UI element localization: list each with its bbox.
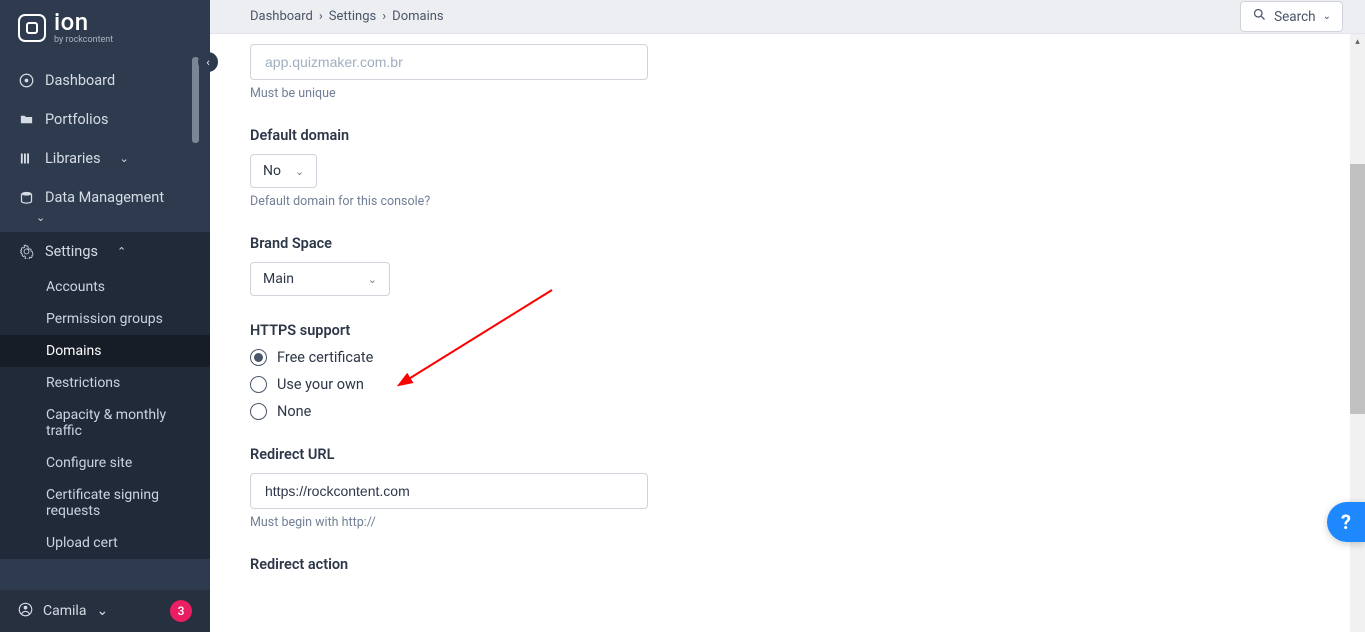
sidebar-item-label: Settings xyxy=(45,243,98,260)
radio-label: Use your own xyxy=(277,376,364,393)
redirect-action-label: Redirect action xyxy=(250,556,1325,573)
library-icon xyxy=(18,151,34,166)
sidebar-sub-configure-site[interactable]: Configure site xyxy=(0,447,210,479)
brand-space-select[interactable]: Main ⌄ xyxy=(250,262,390,296)
chevron-up-icon: ⌃ xyxy=(117,245,126,258)
https-option-none[interactable]: None xyxy=(250,403,1325,420)
breadcrumb-domains[interactable]: Domains xyxy=(392,9,443,24)
default-domain-select[interactable]: No ⌄ xyxy=(250,154,317,188)
sidebar-item-libraries[interactable]: Libraries ⌄ xyxy=(0,139,210,178)
domain-name-field-group: Must be unique xyxy=(250,44,1325,101)
settings-submenu: Accounts Permission groups Domains Restr… xyxy=(0,271,210,559)
brand-byline: by rockcontent xyxy=(54,36,113,45)
gear-icon xyxy=(18,244,34,259)
scroll-up-icon[interactable]: ▴ xyxy=(1350,34,1365,50)
chevron-right-icon: › xyxy=(382,9,386,24)
chevron-down-icon: ⌄ xyxy=(120,152,129,165)
scrollbar-thumb[interactable] xyxy=(1350,164,1365,414)
sidebar-sub-accounts[interactable]: Accounts xyxy=(0,271,210,303)
redirect-url-field-group: Redirect URL Must begin with http:// xyxy=(250,446,1325,530)
search-button[interactable]: Search ⌄ xyxy=(1240,1,1343,32)
breadcrumb-dashboard[interactable]: Dashboard xyxy=(250,9,313,24)
brand-space-label: Brand Space xyxy=(250,235,1325,252)
brand-name: ion xyxy=(54,10,113,34)
sidebar-scrollbar-thumb[interactable] xyxy=(192,57,199,143)
domain-input[interactable] xyxy=(250,44,648,80)
search-label: Search xyxy=(1274,9,1315,25)
chevron-down-icon: ⌄ xyxy=(0,211,210,232)
radio-icon xyxy=(250,376,267,393)
radio-label: None xyxy=(277,403,311,420)
user-icon xyxy=(18,602,33,621)
sidebar-sub-upload-cert[interactable]: Upload cert xyxy=(0,527,210,559)
radio-label: Free certificate xyxy=(277,349,373,366)
breadcrumb-settings[interactable]: Settings xyxy=(329,9,376,24)
chevron-down-icon: ⌄ xyxy=(1323,11,1331,22)
sidebar-item-label: Dashboard xyxy=(45,72,115,89)
sidebar-item-label: Libraries xyxy=(45,150,101,167)
https-option-own[interactable]: Use your own xyxy=(250,376,1325,393)
help-button[interactable]: ? xyxy=(1327,502,1365,542)
sidebar-sub-capacity[interactable]: Capacity & monthly traffic xyxy=(0,399,210,447)
breadcrumb: Dashboard › Settings › Domains xyxy=(250,9,444,24)
sidebar: ion by rockcontent Dashboard Portfolios … xyxy=(0,0,210,632)
search-icon xyxy=(1252,7,1267,26)
https-option-free[interactable]: Free certificate xyxy=(250,349,1325,366)
sidebar-footer: Camila ⌄ 3 xyxy=(0,590,210,632)
help-icon: ? xyxy=(1341,510,1351,534)
default-domain-field-group: Default domain No ⌄ Default domain for t… xyxy=(250,127,1325,209)
main-area: Dashboard › Settings › Domains Search ⌄ … xyxy=(210,0,1365,632)
sidebar-sub-restrictions[interactable]: Restrictions xyxy=(0,367,210,399)
https-support-field-group: HTTPS support Free certificate Use your … xyxy=(250,322,1325,420)
sidebar-item-settings[interactable]: Settings ⌃ xyxy=(0,232,210,271)
select-value: No xyxy=(263,163,281,179)
brand-logo: ion by rockcontent xyxy=(0,0,210,61)
sidebar-collapse-button[interactable]: ‹ xyxy=(198,52,218,72)
default-domain-label: Default domain xyxy=(250,127,1325,144)
sidebar-item-portfolios[interactable]: Portfolios xyxy=(0,100,210,139)
default-domain-helper: Default domain for this console? xyxy=(250,194,1325,209)
user-name: Camila xyxy=(43,603,86,619)
brand-icon xyxy=(18,14,46,42)
chevron-left-icon: ‹ xyxy=(206,56,209,69)
chevron-right-icon: › xyxy=(319,9,323,24)
sidebar-sub-csr[interactable]: Certificate signing requests xyxy=(0,479,210,527)
sidebar-item-label: Portfolios xyxy=(45,111,108,128)
https-support-label: HTTPS support xyxy=(250,322,1325,339)
dashboard-icon xyxy=(18,73,34,88)
chevron-down-icon: ⌄ xyxy=(368,273,377,286)
topbar: Dashboard › Settings › Domains Search ⌄ xyxy=(210,0,1365,34)
redirect-url-helper: Must begin with http:// xyxy=(250,515,1325,530)
radio-icon xyxy=(250,349,267,366)
database-icon xyxy=(18,190,34,205)
sidebar-item-label: Data Management xyxy=(45,189,164,206)
sidebar-item-dashboard[interactable]: Dashboard xyxy=(0,61,210,100)
folder-icon xyxy=(18,112,34,127)
notification-badge[interactable]: 3 xyxy=(170,600,192,622)
content-scrollbar[interactable]: ▴ xyxy=(1350,34,1365,632)
content: Must be unique Default domain No ⌄ Defau… xyxy=(210,34,1365,632)
radio-icon xyxy=(250,403,267,420)
brand-space-field-group: Brand Space Main ⌄ xyxy=(250,235,1325,296)
sidebar-sub-domains[interactable]: Domains xyxy=(0,335,210,367)
sidebar-sub-permission-groups[interactable]: Permission groups xyxy=(0,303,210,335)
redirect-url-input[interactable] xyxy=(250,473,648,509)
domain-helper: Must be unique xyxy=(250,86,1325,101)
select-value: Main xyxy=(263,271,294,287)
redirect-action-field-group: Redirect action xyxy=(250,556,1325,573)
chevron-down-icon: ⌄ xyxy=(96,603,108,619)
user-menu[interactable]: Camila ⌄ xyxy=(18,602,108,621)
redirect-url-label: Redirect URL xyxy=(250,446,1325,463)
chevron-down-icon: ⌄ xyxy=(295,165,304,178)
